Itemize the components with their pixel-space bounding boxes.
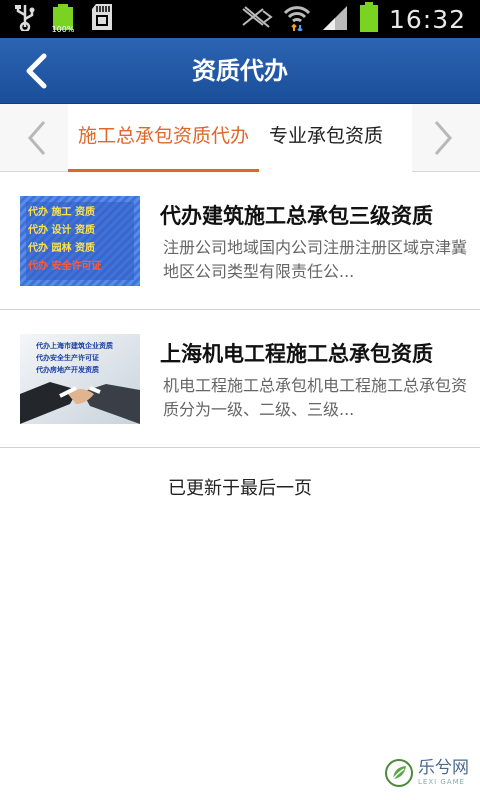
article-title: 代办建筑施工总承包三级资质 [160, 204, 433, 228]
clock: 16:32 [388, 4, 466, 34]
list-item[interactable]: 代办 施工 资质 代办 设计 资质 代办 园林 资质 代办 安全许可证 代办建筑… [0, 172, 480, 310]
article-list: 代办 施工 资质 代办 设计 资质 代办 园林 资质 代办 安全许可证 代办建筑… [0, 172, 480, 448]
watermark-logo: 乐兮网 LEXI GAME [384, 758, 469, 788]
battery-icon [359, 2, 379, 36]
category-tab-strip: 施工总承包资质代办 专业承包资质 [0, 104, 480, 172]
chevron-left-icon [28, 121, 46, 155]
tab-list: 施工总承包资质代办 专业承包资质 [68, 104, 412, 172]
page-title: 资质代办 [192, 57, 288, 85]
chevron-right-icon [434, 121, 452, 155]
thumbnail-caption: 代办房地产开发资质 [36, 366, 99, 374]
scroll-right-button[interactable] [428, 118, 458, 158]
battery-percent: 100% [51, 25, 75, 34]
leaf-logo-icon [385, 759, 413, 787]
end-of-list-label: 已更新于最后一页 [168, 478, 312, 499]
battery-small-icon: 100% [50, 4, 76, 34]
watermark-text: 乐兮网 [418, 758, 469, 778]
usb-icon [14, 3, 36, 35]
tab-general-contracting[interactable]: 施工总承包资质代办 [68, 104, 260, 172]
article-thumbnail: 代办 施工 资质 代办 设计 资质 代办 园林 资质 代办 安全许可证 [20, 196, 140, 286]
thumbnail-caption: 代办 设计 资质 [28, 225, 95, 236]
article-summary: 机电工程施工总承包机电工程施工总承包资质分为一级、二级、三级... [163, 376, 468, 419]
app-bar: 资质代办 [0, 38, 480, 104]
sd-card-icon [90, 3, 114, 35]
article-title: 上海机电工程施工总承包资质 [160, 342, 433, 366]
signal-icon [321, 4, 349, 34]
article-summary: 注册公司地域国内公司注册注册区域京津冀地区公司类型有限责任公... [163, 238, 468, 281]
thumbnail-caption: 代办 安全许可证 [28, 261, 102, 272]
thumbnail-caption: 代办 园林 资质 [28, 243, 95, 254]
status-bar: 100% 16:32 [0, 0, 480, 38]
thumbnail-caption: 代办 施工 资质 [28, 207, 95, 218]
watermark-subtext: LEXI GAME [418, 778, 466, 786]
article-thumbnail: 代办上海市建筑企业资质 代办安全生产许可证 代办房地产开发资质 [20, 334, 140, 424]
mute-icon [241, 5, 273, 33]
scroll-left-button[interactable] [22, 118, 52, 158]
wifi-icon [283, 3, 311, 35]
thumbnail-caption: 代办安全生产许可证 [36, 354, 99, 362]
list-item[interactable]: 代办上海市建筑企业资质 代办安全生产许可证 代办房地产开发资质 上海机电工程施工… [0, 310, 480, 448]
tab-specialty-contracting[interactable]: 专业承包资质 [259, 104, 393, 172]
thumbnail-caption: 代办上海市建筑企业资质 [36, 342, 113, 350]
